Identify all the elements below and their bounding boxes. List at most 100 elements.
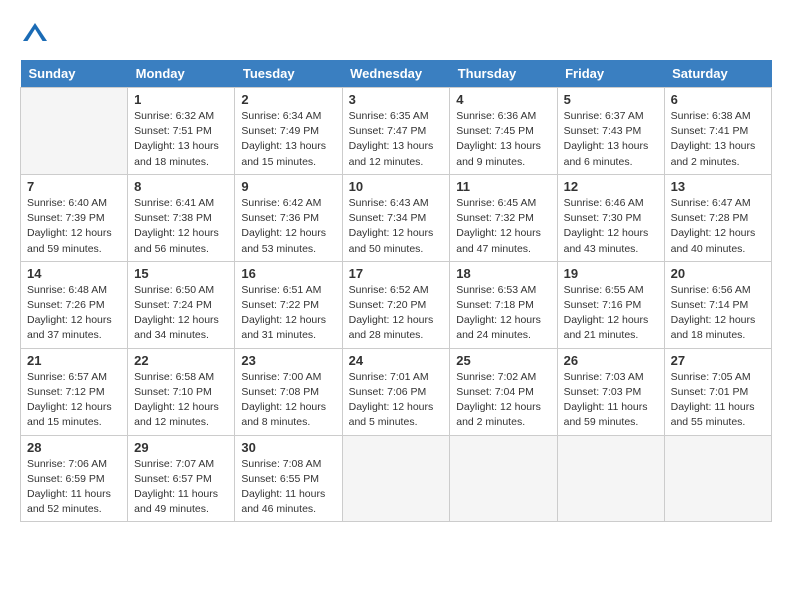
logo <box>20 20 54 50</box>
day-info: Sunrise: 6:52 AM Sunset: 7:20 PM Dayligh… <box>349 283 444 344</box>
day-number: 14 <box>27 266 121 281</box>
calendar-cell: 3 Sunrise: 6:35 AM Sunset: 7:47 PM Daylig… <box>342 88 450 175</box>
day-info: Sunrise: 6:47 AM Sunset: 7:28 PM Dayligh… <box>671 196 765 257</box>
calendar-cell: 20 Sunrise: 6:56 AM Sunset: 7:14 PM Dayli… <box>664 261 771 348</box>
day-info: Sunrise: 7:06 AM Sunset: 6:59 PM Dayligh… <box>27 457 121 518</box>
day-info: Sunrise: 6:51 AM Sunset: 7:22 PM Dayligh… <box>241 283 335 344</box>
calendar-cell: 12 Sunrise: 6:46 AM Sunset: 7:30 PM Dayli… <box>557 174 664 261</box>
calendar-cell: 29Sunrise: 7:07 AM Sunset: 6:57 PM Dayli… <box>128 435 235 522</box>
day-number: 27 <box>671 353 765 368</box>
calendar-cell: 5 Sunrise: 6:37 AM Sunset: 7:43 PM Daylig… <box>557 88 664 175</box>
day-info: Sunrise: 7:03 AM Sunset: 7:03 PM Dayligh… <box>564 370 658 431</box>
calendar-cell: 25 Sunrise: 7:02 AM Sunset: 7:04 PM Dayli… <box>450 348 557 435</box>
day-info: Sunrise: 6:35 AM Sunset: 7:47 PM Dayligh… <box>349 109 444 170</box>
day-info: Sunrise: 6:40 AM Sunset: 7:39 PM Dayligh… <box>27 196 121 257</box>
day-number: 15 <box>134 266 228 281</box>
header-tuesday: Tuesday <box>235 60 342 88</box>
day-number: 20 <box>671 266 765 281</box>
header-wednesday: Wednesday <box>342 60 450 88</box>
day-number: 5 <box>564 92 658 107</box>
day-info: Sunrise: 7:02 AM Sunset: 7:04 PM Dayligh… <box>456 370 550 431</box>
calendar-cell: 7 Sunrise: 6:40 AM Sunset: 7:39 PM Daylig… <box>21 174 128 261</box>
calendar-cell: 28 Sunrise: 7:06 AM Sunset: 6:59 PM Dayli… <box>21 435 128 522</box>
calendar-cell: 14 Sunrise: 6:48 AM Sunset: 7:26 PM Dayli… <box>21 261 128 348</box>
calendar-cell: 2Sunrise: 6:34 AM Sunset: 7:49 PM Daylig… <box>235 88 342 175</box>
day-info: Sunrise: 6:57 AM Sunset: 7:12 PM Dayligh… <box>27 370 121 431</box>
calendar-cell <box>450 435 557 522</box>
calendar-cell <box>664 435 771 522</box>
calendar-cell: 10Sunrise: 6:43 AM Sunset: 7:34 PM Dayli… <box>342 174 450 261</box>
day-info: Sunrise: 7:00 AM Sunset: 7:08 PM Dayligh… <box>241 370 335 431</box>
logo-icon <box>20 20 50 50</box>
day-info: Sunrise: 6:36 AM Sunset: 7:45 PM Dayligh… <box>456 109 550 170</box>
day-number: 18 <box>456 266 550 281</box>
day-info: Sunrise: 6:53 AM Sunset: 7:18 PM Dayligh… <box>456 283 550 344</box>
day-number: 8 <box>134 179 228 194</box>
calendar-cell <box>342 435 450 522</box>
header-friday: Friday <box>557 60 664 88</box>
calendar-table: SundayMondayTuesdayWednesdayThursdayFrid… <box>20 60 772 522</box>
calendar-cell: 15 Sunrise: 6:50 AM Sunset: 7:24 PM Dayli… <box>128 261 235 348</box>
calendar-cell: 27 Sunrise: 7:05 AM Sunset: 7:01 PM Dayli… <box>664 348 771 435</box>
header-monday: Monday <box>128 60 235 88</box>
day-info: Sunrise: 6:55 AM Sunset: 7:16 PM Dayligh… <box>564 283 658 344</box>
day-info: Sunrise: 7:07 AM Sunset: 6:57 PM Dayligh… <box>134 457 228 518</box>
day-number: 17 <box>349 266 444 281</box>
day-number: 22 <box>134 353 228 368</box>
day-number: 28 <box>27 440 121 455</box>
day-info: Sunrise: 6:34 AM Sunset: 7:49 PM Dayligh… <box>241 109 335 170</box>
calendar-cell: 18 Sunrise: 6:53 AM Sunset: 7:18 PM Dayli… <box>450 261 557 348</box>
day-info: Sunrise: 6:56 AM Sunset: 7:14 PM Dayligh… <box>671 283 765 344</box>
day-number: 7 <box>27 179 121 194</box>
calendar-cell: 17 Sunrise: 6:52 AM Sunset: 7:20 PM Dayli… <box>342 261 450 348</box>
day-number: 26 <box>564 353 658 368</box>
day-number: 30 <box>241 440 335 455</box>
week-row-1: 7 Sunrise: 6:40 AM Sunset: 7:39 PM Daylig… <box>21 174 772 261</box>
week-row-0: 1 Sunrise: 6:32 AM Sunset: 7:51 PM Daylig… <box>21 88 772 175</box>
day-info: Sunrise: 6:37 AM Sunset: 7:43 PM Dayligh… <box>564 109 658 170</box>
calendar-header-row: SundayMondayTuesdayWednesdayThursdayFrid… <box>21 60 772 88</box>
day-number: 24 <box>349 353 444 368</box>
calendar-cell: 16 Sunrise: 6:51 AM Sunset: 7:22 PM Dayli… <box>235 261 342 348</box>
day-number: 25 <box>456 353 550 368</box>
day-info: Sunrise: 6:41 AM Sunset: 7:38 PM Dayligh… <box>134 196 228 257</box>
day-info: Sunrise: 6:46 AM Sunset: 7:30 PM Dayligh… <box>564 196 658 257</box>
day-number: 6 <box>671 92 765 107</box>
day-number: 10 <box>349 179 444 194</box>
day-number: 19 <box>564 266 658 281</box>
calendar-cell: 19 Sunrise: 6:55 AM Sunset: 7:16 PM Dayli… <box>557 261 664 348</box>
calendar-cell: 23 Sunrise: 7:00 AM Sunset: 7:08 PM Dayli… <box>235 348 342 435</box>
calendar-cell: 30 Sunrise: 7:08 AM Sunset: 6:55 PM Dayli… <box>235 435 342 522</box>
day-info: Sunrise: 7:01 AM Sunset: 7:06 PM Dayligh… <box>349 370 444 431</box>
day-info: Sunrise: 6:48 AM Sunset: 7:26 PM Dayligh… <box>27 283 121 344</box>
day-number: 12 <box>564 179 658 194</box>
day-number: 21 <box>27 353 121 368</box>
day-info: Sunrise: 6:32 AM Sunset: 7:51 PM Dayligh… <box>134 109 228 170</box>
day-info: Sunrise: 7:08 AM Sunset: 6:55 PM Dayligh… <box>241 457 335 518</box>
day-info: Sunrise: 6:50 AM Sunset: 7:24 PM Dayligh… <box>134 283 228 344</box>
calendar-cell: 24 Sunrise: 7:01 AM Sunset: 7:06 PM Dayli… <box>342 348 450 435</box>
day-number: 13 <box>671 179 765 194</box>
calendar-cell: 1 Sunrise: 6:32 AM Sunset: 7:51 PM Daylig… <box>128 88 235 175</box>
header-sunday: Sunday <box>21 60 128 88</box>
week-row-3: 21 Sunrise: 6:57 AM Sunset: 7:12 PM Dayli… <box>21 348 772 435</box>
week-row-4: 28 Sunrise: 7:06 AM Sunset: 6:59 PM Dayli… <box>21 435 772 522</box>
day-info: Sunrise: 6:42 AM Sunset: 7:36 PM Dayligh… <box>241 196 335 257</box>
day-info: Sunrise: 6:58 AM Sunset: 7:10 PM Dayligh… <box>134 370 228 431</box>
header-saturday: Saturday <box>664 60 771 88</box>
calendar-cell: 6Sunrise: 6:38 AM Sunset: 7:41 PM Daylig… <box>664 88 771 175</box>
day-number: 23 <box>241 353 335 368</box>
day-number: 11 <box>456 179 550 194</box>
page-header <box>20 20 772 50</box>
calendar-cell: 13 Sunrise: 6:47 AM Sunset: 7:28 PM Dayli… <box>664 174 771 261</box>
header-thursday: Thursday <box>450 60 557 88</box>
calendar-cell: 8 Sunrise: 6:41 AM Sunset: 7:38 PM Daylig… <box>128 174 235 261</box>
day-number: 3 <box>349 92 444 107</box>
calendar-cell: 11Sunrise: 6:45 AM Sunset: 7:32 PM Dayli… <box>450 174 557 261</box>
day-number: 1 <box>134 92 228 107</box>
day-number: 16 <box>241 266 335 281</box>
day-info: Sunrise: 7:05 AM Sunset: 7:01 PM Dayligh… <box>671 370 765 431</box>
calendar-cell: 9Sunrise: 6:42 AM Sunset: 7:36 PM Daylig… <box>235 174 342 261</box>
calendar-cell: 21 Sunrise: 6:57 AM Sunset: 7:12 PM Dayli… <box>21 348 128 435</box>
calendar-cell <box>557 435 664 522</box>
